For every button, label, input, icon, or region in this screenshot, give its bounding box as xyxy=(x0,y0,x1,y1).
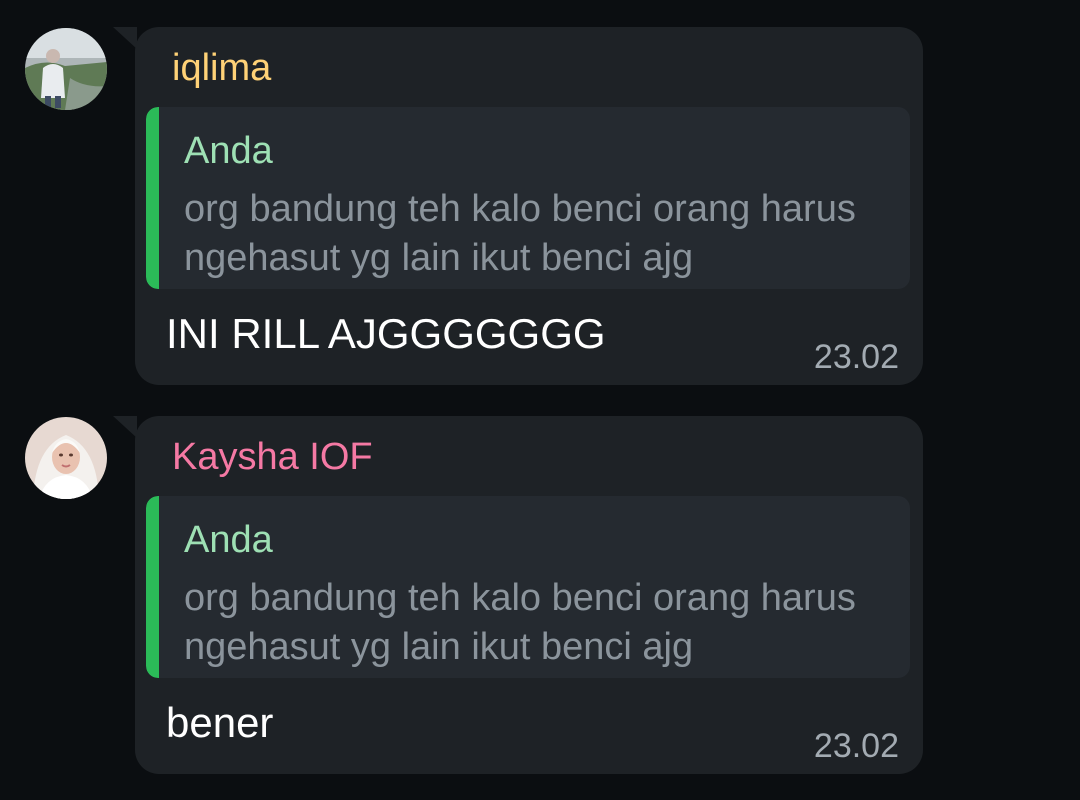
reply-author: Anda xyxy=(184,519,273,561)
message-text: INI RILL AJGGGGGGG xyxy=(166,310,606,357)
reply-accent-bar xyxy=(146,107,159,289)
message-bubble[interactable]: iqlima Anda org bandung teh kalo benci o… xyxy=(135,27,923,385)
message-bubble[interactable]: Kaysha IOF Anda org bandung teh kalo ben… xyxy=(135,416,923,774)
message-timestamp: 23.02 xyxy=(813,338,899,376)
reply-accent-bar xyxy=(146,496,159,678)
message-text: bener xyxy=(166,699,274,746)
bubble-tail xyxy=(113,27,137,49)
sender-avatar[interactable] xyxy=(25,417,107,499)
avatar-photo-icon xyxy=(25,417,107,499)
reply-text: org bandung teh kalo benci orang harus n… xyxy=(184,577,856,668)
reply-text: org bandung teh kalo benci orang harus n… xyxy=(184,188,856,279)
avatar-photo-icon xyxy=(25,28,107,110)
reply-quote[interactable]: Anda org bandung teh kalo benci orang ha… xyxy=(146,496,910,678)
message-item[interactable]: Kaysha IOF Anda org bandung teh kalo ben… xyxy=(0,416,1080,776)
chat-message-list[interactable]: iqlima Anda org bandung teh kalo benci o… xyxy=(0,0,1080,800)
message-item[interactable]: iqlima Anda org bandung teh kalo benci o… xyxy=(0,27,1080,387)
message-timestamp: 23.02 xyxy=(813,727,899,765)
reply-author: Anda xyxy=(184,130,273,172)
reply-quote[interactable]: Anda org bandung teh kalo benci orang ha… xyxy=(146,107,910,289)
sender-name[interactable]: Kaysha IOF xyxy=(172,434,373,480)
sender-name[interactable]: iqlima xyxy=(172,45,271,91)
bubble-tail xyxy=(113,416,137,438)
sender-avatar[interactable] xyxy=(25,28,107,110)
